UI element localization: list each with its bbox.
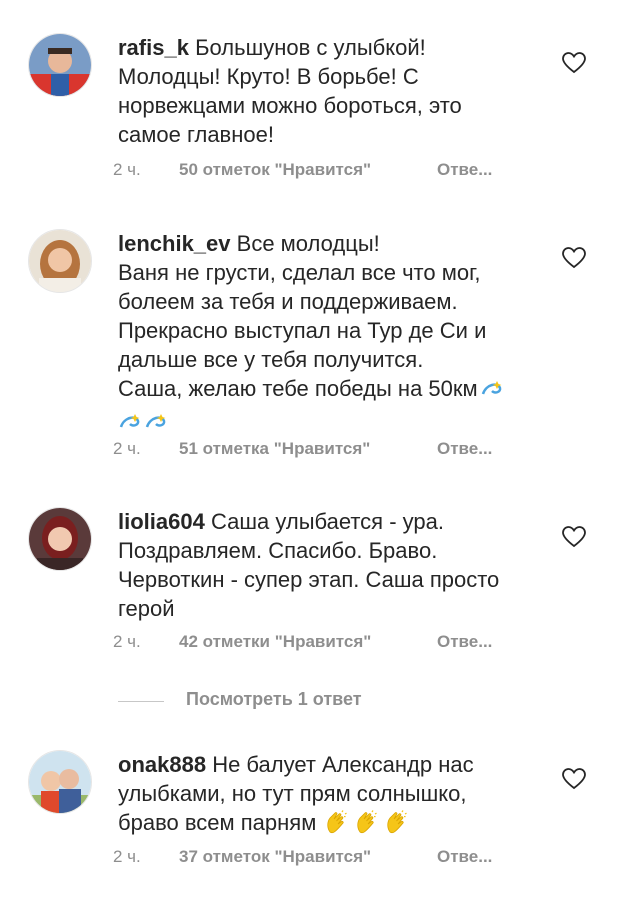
clapping-hands-emoji — [354, 810, 378, 841]
comment-time: 2 ч. — [113, 847, 141, 866]
heart-outline-icon[interactable] — [562, 52, 586, 74]
comment-username[interactable]: onak888 — [118, 752, 206, 777]
dizzy-emoji — [144, 411, 168, 440]
comment-likes-count[interactable]: 42 отметки "Нравится" — [179, 632, 437, 652]
comment-text-line: улыбками, но тут прям солнышко, — [118, 781, 467, 806]
dizzy-emoji — [118, 411, 142, 440]
heart-outline-icon[interactable] — [562, 768, 586, 790]
divider — [118, 701, 164, 702]
comment-text-line: Поздравляем. Спасибо. Браво. — [118, 538, 438, 563]
comment-time: 2 ч. — [113, 439, 141, 458]
heart-outline-icon[interactable] — [562, 247, 586, 269]
comment-username[interactable]: rafis_k — [118, 35, 189, 60]
avatar[interactable] — [28, 33, 92, 97]
comment-text-line: Саша, желаю тебе победы на 50км — [118, 376, 478, 401]
reply-button[interactable]: Отве... — [437, 847, 492, 867]
avatar[interactable] — [28, 507, 92, 571]
comment-time: 2 ч. — [113, 160, 141, 179]
clapping-hands-emoji — [324, 810, 348, 841]
comment-text-line: Молодцы! Круто! В борьбе! С — [118, 64, 419, 89]
comment-text-line: болеем за тебя и поддерживаем. — [118, 289, 458, 314]
clapping-hands-emoji — [384, 810, 408, 841]
comment-time: 2 ч. — [113, 632, 141, 651]
dizzy-emoji — [480, 378, 504, 407]
avatar[interactable] — [28, 229, 92, 293]
comment-text-line: браво всем парням — [118, 810, 317, 835]
comment-text-line: Саша улыбается - ура. — [210, 509, 444, 534]
reply-button[interactable]: Отве... — [437, 160, 492, 180]
comment-text-line: Ваня не грусти, сделал все что мог, — [118, 260, 481, 285]
comment-text-line: Не балует Александр нас — [212, 752, 474, 777]
comment-text-line: Все молодцы! — [236, 231, 380, 256]
comment-likes-count[interactable]: 51 отметка "Нравится" — [179, 439, 437, 459]
comment-text-line: Червоткин - супер этап. Саша просто — [118, 567, 500, 592]
comment-text-line: Прекрасно выступал на Тур де Си и — [118, 318, 487, 343]
comment-username[interactable]: liolia604 — [118, 509, 205, 534]
comment-text-line: Большунов с улыбкой! — [195, 35, 426, 60]
comment-text-line: дальше все у тебя получится. — [118, 347, 424, 372]
comment-username[interactable]: lenchik_ev — [118, 231, 231, 256]
reply-button[interactable]: Отве... — [437, 632, 492, 652]
comment-text-line: самое главное! — [118, 122, 274, 147]
view-replies-button[interactable]: Посмотреть 1 ответ — [118, 689, 418, 713]
comment-likes-count[interactable]: 50 отметок "Нравится" — [179, 160, 437, 180]
comment-text-line: норвежцами можно бороться, это — [118, 93, 462, 118]
avatar[interactable] — [28, 750, 92, 814]
heart-outline-icon[interactable] — [562, 526, 586, 548]
comment-text-line: герой — [118, 596, 175, 621]
view-replies-label: Посмотреть 1 ответ — [186, 689, 362, 709]
comment-likes-count[interactable]: 37 отметок "Нравится" — [179, 847, 437, 867]
reply-button[interactable]: Отве... — [437, 439, 492, 459]
